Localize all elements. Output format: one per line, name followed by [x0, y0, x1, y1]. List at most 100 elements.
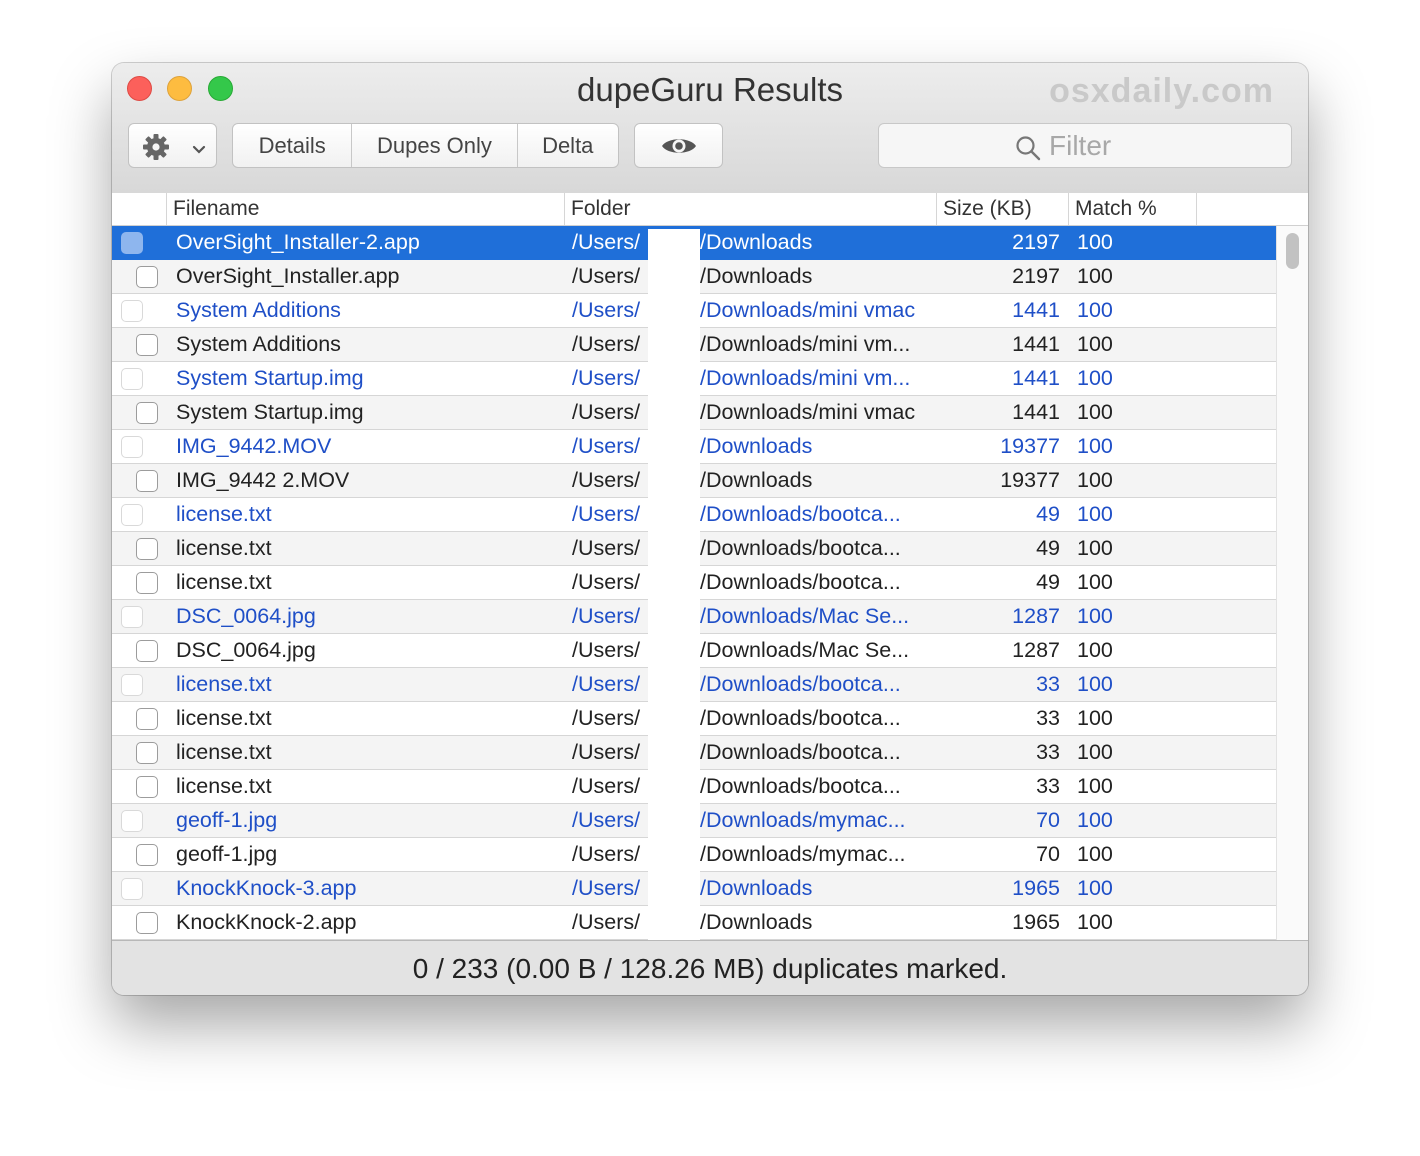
- folder-path-cell: /Downloads/bootca...: [700, 672, 901, 696]
- filename-cell: license.txt: [176, 672, 272, 696]
- row-checkbox[interactable]: [121, 300, 143, 322]
- results-table: OverSight_Installer-2.app/Users/ /Downloa…: [112, 226, 1308, 940]
- match-cell: 100: [1077, 604, 1113, 628]
- folder-path-cell: /Downloads/mini vm...: [700, 332, 911, 356]
- size-cell: 2197: [1012, 264, 1060, 288]
- row-checkbox[interactable]: [136, 402, 158, 424]
- match-cell: 100: [1077, 468, 1113, 492]
- filter-input[interactable]: [1049, 129, 1279, 163]
- folder-path-cell: /Downloads: [700, 876, 813, 900]
- filename-cell: OverSight_Installer.app: [176, 264, 400, 288]
- match-cell: 100: [1077, 536, 1113, 560]
- folder-cell: /Users/: [572, 536, 641, 560]
- folder-path-cell: /Downloads/mymac...: [700, 808, 906, 832]
- match-cell: 100: [1077, 706, 1113, 730]
- row-checkbox[interactable]: [136, 266, 158, 288]
- size-cell: 1441: [1012, 332, 1060, 356]
- filename-cell: KnockKnock-3.app: [176, 876, 357, 900]
- row-checkbox[interactable]: [121, 232, 143, 254]
- folder-path-cell: /Downloads/mymac...: [700, 842, 906, 866]
- match-cell: 100: [1077, 366, 1113, 390]
- row-checkbox[interactable]: [136, 640, 158, 662]
- status-text: 0 / 233 (0.00 B / 128.26 MB) duplicates …: [412, 953, 1008, 984]
- details-button[interactable]: Details: [233, 124, 353, 167]
- watermark: osxdaily.com: [1049, 72, 1274, 110]
- column-header-folder[interactable]: Folder: [564, 193, 936, 225]
- action-menu-button[interactable]: [128, 123, 217, 168]
- row-checkbox[interactable]: [121, 368, 143, 390]
- column-header-filename[interactable]: Filename: [166, 193, 564, 225]
- row-checkbox[interactable]: [136, 912, 158, 934]
- row-checkbox[interactable]: [136, 742, 158, 764]
- folder-path-cell: /Downloads/bootca...: [700, 536, 901, 560]
- folder-cell: /Users/: [572, 298, 641, 322]
- folder-cell: /Users/: [572, 502, 641, 526]
- row-checkbox[interactable]: [121, 504, 143, 526]
- size-cell: 2197: [1012, 230, 1060, 254]
- dupes-only-button[interactable]: Dupes Only: [352, 124, 518, 167]
- folder-cell: /Users/: [572, 570, 641, 594]
- row-checkbox[interactable]: [136, 470, 158, 492]
- scrollbar-thumb[interactable]: [1286, 233, 1299, 269]
- match-cell: 100: [1077, 672, 1113, 696]
- preview-button[interactable]: [634, 123, 723, 168]
- match-cell: 100: [1077, 808, 1113, 832]
- folder-path-cell: /Downloads: [700, 264, 813, 288]
- folder-path-cell: /Downloads: [700, 468, 813, 492]
- row-checkbox[interactable]: [121, 606, 143, 628]
- size-cell: 70: [1036, 808, 1060, 832]
- size-cell: 19377: [1000, 468, 1060, 492]
- folder-path-cell: /Downloads/mini vm...: [700, 366, 911, 390]
- filename-cell: license.txt: [176, 740, 272, 764]
- delta-button[interactable]: Delta: [518, 124, 618, 167]
- folder-cell: /Users/: [572, 740, 641, 764]
- folder-path-cell: /Downloads/mini vmac: [700, 298, 916, 322]
- match-cell: 100: [1077, 332, 1113, 356]
- folder-path-cell: /Downloads: [700, 910, 813, 934]
- folder-cell: /Users/: [572, 638, 641, 662]
- filename-cell: license.txt: [176, 774, 272, 798]
- filename-cell: DSC_0064.jpg: [176, 638, 316, 662]
- row-checkbox[interactable]: [136, 708, 158, 730]
- filename-cell: license.txt: [176, 570, 272, 594]
- row-checkbox[interactable]: [136, 572, 158, 594]
- table-header: Filename Folder Size (KB) Match %: [112, 193, 1308, 226]
- match-cell: 100: [1077, 264, 1113, 288]
- filename-cell: geoff-1.jpg: [176, 808, 278, 832]
- filename-cell: license.txt: [176, 536, 272, 560]
- match-cell: 100: [1077, 638, 1113, 662]
- row-checkbox[interactable]: [136, 334, 158, 356]
- column-header-match[interactable]: Match %: [1068, 193, 1196, 225]
- vertical-scrollbar[interactable]: [1276, 226, 1308, 940]
- match-cell: 100: [1077, 570, 1113, 594]
- folder-cell: /Users/: [572, 468, 641, 492]
- size-cell: 1441: [1012, 400, 1060, 424]
- match-cell: 100: [1077, 502, 1113, 526]
- folder-cell: /Users/: [572, 264, 641, 288]
- row-checkbox[interactable]: [121, 878, 143, 900]
- match-cell: 100: [1077, 230, 1113, 254]
- match-cell: 100: [1077, 740, 1113, 764]
- folder-cell: /Users/: [572, 400, 641, 424]
- row-checkbox[interactable]: [136, 538, 158, 560]
- row-checkbox[interactable]: [136, 844, 158, 866]
- filename-cell: license.txt: [176, 502, 272, 526]
- size-cell: 33: [1036, 672, 1060, 696]
- folder-cell: /Users/: [572, 366, 641, 390]
- chevron-down-icon: [192, 142, 206, 160]
- size-cell: 1965: [1012, 876, 1060, 900]
- folder-path-cell: /Downloads/bootca...: [700, 740, 901, 764]
- row-checkbox[interactable]: [121, 810, 143, 832]
- folder-cell: /Users/: [572, 808, 641, 832]
- filename-cell: System Additions: [176, 298, 341, 322]
- size-cell: 33: [1036, 740, 1060, 764]
- column-header-size[interactable]: Size (KB): [936, 193, 1068, 225]
- row-checkbox[interactable]: [121, 674, 143, 696]
- row-checkbox[interactable]: [121, 436, 143, 458]
- column-header-spacer: [1196, 193, 1308, 225]
- match-cell: 100: [1077, 774, 1113, 798]
- row-checkbox[interactable]: [136, 776, 158, 798]
- filter-field[interactable]: [878, 123, 1292, 168]
- filename-cell: IMG_9442 2.MOV: [176, 468, 350, 492]
- filename-cell: System Startup.img: [176, 400, 364, 424]
